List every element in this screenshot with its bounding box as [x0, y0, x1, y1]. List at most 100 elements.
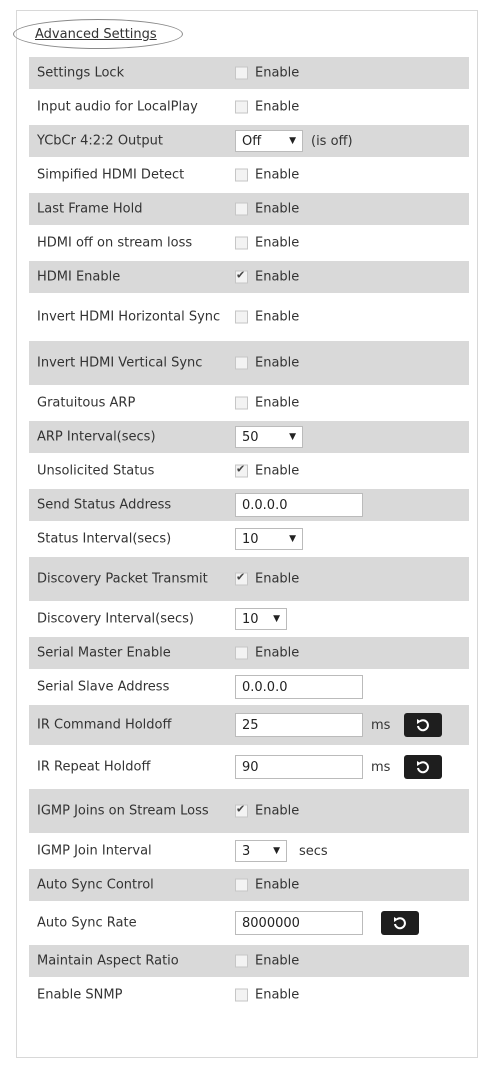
- chevron-down-icon: ▼: [273, 614, 280, 624]
- hdmi-off-toggle[interactable]: Enable: [235, 236, 299, 251]
- checkbox-label: Enable: [255, 987, 300, 1003]
- select-value: 3: [242, 843, 251, 859]
- chevron-down-icon: ▼: [273, 846, 280, 856]
- row-label: HDMI off on stream loss: [37, 235, 193, 251]
- ir-repeat-reset-button[interactable]: [404, 755, 443, 779]
- hdmi-enable-toggle[interactable]: Enable: [235, 269, 299, 285]
- checkbox-label: Enable: [255, 235, 300, 251]
- ycbcr-select[interactable]: Off ▼: [235, 130, 303, 152]
- unit-label: ms: [371, 717, 391, 733]
- row-invert-h-sync: Invert HDMI Horizontal Sync Enable: [29, 295, 469, 339]
- send-status-address-input[interactable]: 0.0.0.0: [235, 493, 363, 517]
- ir-repeat-holdoff-input[interactable]: 90: [235, 755, 363, 779]
- row-input-audio: Input audio for LocalPlay Enable: [29, 91, 469, 123]
- row-label: Discovery Packet Transmit: [37, 571, 208, 587]
- row-label: Serial Slave Address: [37, 679, 170, 695]
- checkbox-checked[interactable]: [235, 269, 248, 284]
- checkbox[interactable]: [235, 236, 248, 250]
- row-unsolicited-status: Unsolicited Status Enable: [29, 455, 469, 487]
- unit-label: secs: [299, 843, 328, 859]
- serial-master-toggle[interactable]: Enable: [235, 646, 299, 661]
- row-label: YCbCr 4:2:2 Output: [37, 133, 163, 149]
- row-serial-master: Serial Master Enable Enable: [29, 637, 469, 669]
- checkbox[interactable]: [235, 66, 248, 80]
- discovery-interval-select[interactable]: 10 ▼: [235, 608, 287, 630]
- discovery-packet-toggle[interactable]: Enable: [235, 571, 299, 587]
- row-label: Unsolicited Status: [37, 463, 155, 479]
- reset-icon: [417, 719, 430, 732]
- checkbox[interactable]: [235, 396, 248, 410]
- row-invert-v-sync: Invert HDMI Vertical Sync Enable: [29, 341, 469, 385]
- igmp-joins-toggle[interactable]: Enable: [235, 803, 300, 819]
- row-label: Auto Sync Control: [37, 877, 154, 893]
- row-status-interval: Status Interval(secs) 10 ▼: [29, 523, 469, 555]
- row-ycbcr-output: YCbCr 4:2:2 Output Off ▼ (is off): [29, 125, 469, 157]
- checkbox-label: Enable: [255, 309, 300, 325]
- checkbox[interactable]: [235, 100, 248, 114]
- checkbox[interactable]: [235, 356, 248, 370]
- checkbox-label: Enable: [255, 463, 300, 479]
- row-gratuitous-arp: Gratuitous ARP Enable: [29, 387, 469, 419]
- arp-interval-select[interactable]: 50 ▼: [235, 426, 303, 448]
- checkbox-label: Enable: [255, 877, 300, 893]
- row-label: Gratuitous ARP: [37, 395, 136, 411]
- checkbox-label: Enable: [255, 201, 300, 217]
- row-hdmi-off: HDMI off on stream loss Enable: [29, 227, 469, 259]
- checkbox[interactable]: [235, 954, 248, 968]
- select-value: 50: [242, 429, 259, 445]
- row-label: Status Interval(secs): [37, 531, 172, 547]
- enable-snmp-toggle[interactable]: Enable: [235, 988, 299, 1003]
- ir-command-reset-button[interactable]: [404, 713, 443, 737]
- row-simplified-hdmi: Simpified HDMI Detect Enable: [29, 159, 469, 191]
- checkbox-checked[interactable]: [235, 803, 248, 818]
- reset-icon: [394, 917, 406, 930]
- row-discovery-packet: Discovery Packet Transmit Enable: [29, 557, 469, 601]
- row-label: Input audio for LocalPlay: [37, 99, 198, 115]
- checkbox-label: Enable: [255, 645, 300, 661]
- igmp-interval-select[interactable]: 3 ▼: [235, 840, 287, 862]
- row-label: Invert HDMI Horizontal Sync: [37, 309, 221, 325]
- auto-sync-reset-button[interactable]: [381, 911, 419, 935]
- settings-lock-toggle[interactable]: Enable: [235, 66, 299, 81]
- unsolicited-status-toggle[interactable]: Enable: [235, 463, 300, 479]
- checkbox[interactable]: [235, 168, 248, 182]
- invert-h-sync-toggle[interactable]: Enable: [235, 310, 299, 325]
- checkbox[interactable]: [235, 646, 248, 660]
- row-label: Invert HDMI Vertical Sync: [37, 355, 203, 371]
- checkbox-label: Enable: [255, 803, 300, 819]
- status-interval-select[interactable]: 10 ▼: [235, 528, 303, 550]
- row-send-status-address: Send Status Address 0.0.0.0: [29, 489, 469, 521]
- simplified-hdmi-toggle[interactable]: Enable: [235, 168, 299, 183]
- row-label: Discovery Interval(secs): [37, 611, 194, 627]
- checkbox[interactable]: [235, 988, 248, 1002]
- input-audio-toggle[interactable]: Enable: [235, 100, 299, 115]
- maintain-aspect-toggle[interactable]: Enable: [235, 954, 299, 969]
- row-label: Send Status Address: [37, 497, 172, 513]
- checkbox[interactable]: [235, 310, 248, 324]
- chevron-down-icon: ▼: [289, 432, 296, 442]
- row-label: HDMI Enable: [37, 269, 121, 285]
- row-label: Settings Lock: [37, 65, 125, 81]
- gratuitous-arp-toggle[interactable]: Enable: [235, 396, 299, 411]
- row-label: Enable SNMP: [37, 987, 123, 1003]
- row-label: IR Command Holdoff: [37, 717, 172, 733]
- checkbox[interactable]: [235, 202, 248, 216]
- checkbox-checked[interactable]: [235, 463, 248, 478]
- invert-v-sync-toggle[interactable]: Enable: [235, 356, 299, 371]
- row-maintain-aspect: Maintain Aspect Ratio Enable: [29, 945, 469, 977]
- auto-sync-rate-input[interactable]: 8000000: [235, 911, 363, 935]
- select-value: Off: [242, 133, 262, 149]
- serial-slave-address-input[interactable]: 0.0.0.0: [235, 675, 363, 699]
- last-frame-hold-toggle[interactable]: Enable: [235, 202, 299, 217]
- auto-sync-control-toggle[interactable]: Enable: [235, 878, 299, 893]
- row-serial-slave: Serial Slave Address 0.0.0.0: [29, 671, 469, 703]
- row-ir-repeat-holdoff: IR Repeat Holdoff 90 ms: [29, 747, 469, 787]
- row-label: Simpified HDMI Detect: [37, 167, 185, 183]
- checkbox-checked[interactable]: [235, 571, 248, 586]
- row-arp-interval: ARP Interval(secs) 50 ▼: [29, 421, 469, 453]
- checkbox[interactable]: [235, 878, 248, 892]
- ir-command-holdoff-input[interactable]: 25: [235, 713, 363, 737]
- checkbox-label: Enable: [255, 65, 300, 81]
- row-settings-lock: Settings Lock Enable: [29, 57, 469, 89]
- unit-label: ms: [371, 759, 391, 775]
